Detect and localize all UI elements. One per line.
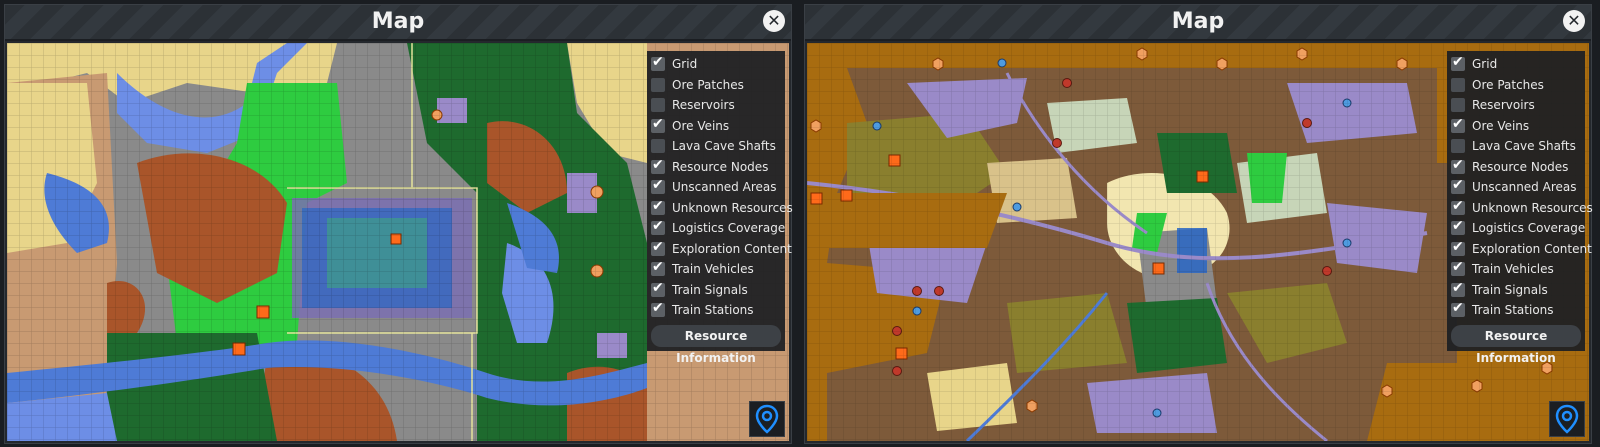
checkbox[interactable] (1451, 198, 1465, 215)
layer-toggle-lava-cave-shafts[interactable]: Lava Cave Shafts (651, 136, 781, 157)
layer-toggle-grid[interactable]: Grid (1451, 54, 1581, 75)
layer-label: Ore Veins (1472, 118, 1530, 133)
layer-label: Grid (1472, 57, 1498, 72)
checkbox[interactable] (1451, 259, 1465, 277)
checkbox[interactable] (651, 157, 665, 174)
layer-toggle-train-stations[interactable]: Train Stations (1451, 300, 1581, 321)
checkbox[interactable] (651, 77, 665, 92)
layer-label: Lava Cave Shafts (672, 139, 776, 154)
layer-menu: Grid Ore Patches Reservoirs Ore Veins La… (1447, 51, 1593, 365)
close-icon[interactable]: ✕ (1563, 10, 1585, 32)
checkbox[interactable] (1451, 77, 1465, 92)
layer-label: Logistics Coverage (672, 221, 786, 236)
layer-label: Unscanned Areas (1472, 180, 1577, 195)
layer-toggle-ore-veins[interactable]: Ore Veins (651, 116, 781, 137)
close-icon[interactable]: ✕ (763, 10, 785, 32)
checkbox[interactable] (651, 198, 665, 215)
layer-label: Grid (672, 57, 698, 72)
layer-label: Ore Patches (672, 77, 744, 92)
checkbox[interactable] (1451, 98, 1465, 113)
window-title: Map (371, 9, 425, 34)
layer-label: Unknown Resources (1472, 200, 1593, 215)
resource-information-button[interactable]: Resource Information (651, 324, 781, 365)
layer-toggle-lava-cave-shafts[interactable]: Lava Cave Shafts (1451, 136, 1581, 157)
map-pin-icon[interactable] (1549, 401, 1585, 437)
checkbox[interactable] (1451, 239, 1465, 256)
checkbox[interactable] (1451, 177, 1465, 195)
layer-toggle-resource-nodes[interactable]: Resource Nodes (651, 157, 781, 178)
layer-toggle-train-vehicles[interactable]: Train Vehicles (1451, 259, 1581, 280)
layer-label: Resource Nodes (1472, 159, 1569, 174)
resource-information-button[interactable]: Resource Information (1451, 324, 1581, 365)
layer-label: Exploration Content (672, 241, 792, 256)
layer-menu: Grid Ore Patches Reservoirs Ore Veins La… (647, 51, 793, 365)
layer-label: Train Signals (1472, 282, 1548, 297)
checkbox[interactable] (1451, 300, 1465, 318)
layer-label: Resource Nodes (672, 159, 769, 174)
layer-toggle-reservoirs[interactable]: Reservoirs (1451, 95, 1581, 116)
layer-toggle-ore-patches[interactable]: Ore Patches (1451, 75, 1581, 96)
checkbox[interactable] (651, 98, 665, 113)
layer-label: Reservoirs (672, 98, 735, 113)
layer-toggle-resource-nodes[interactable]: Resource Nodes (1451, 157, 1581, 178)
layer-label: Lava Cave Shafts (1472, 139, 1576, 154)
checkbox[interactable] (1451, 54, 1465, 72)
checkbox[interactable] (651, 218, 665, 236)
layer-toggle-train-stations[interactable]: Train Stations (651, 300, 781, 321)
checkbox[interactable] (1451, 218, 1465, 236)
layer-label: Reservoirs (1472, 98, 1535, 113)
layer-toggle-unscanned-areas[interactable]: Unscanned Areas (1451, 177, 1581, 198)
checkbox[interactable] (651, 177, 665, 195)
checkbox[interactable] (651, 54, 665, 72)
layer-label: Train Stations (672, 303, 754, 318)
checkbox[interactable] (1451, 280, 1465, 297)
map-window-left: Map ✕ ✔ Grid Ore Patches Reservoirs ✔ Or… (4, 4, 793, 444)
layer-toggle-exploration-content[interactable]: Exploration Content (1451, 239, 1592, 260)
layer-toggle-logistics-coverage[interactable]: Logistics Coverage (651, 218, 785, 239)
layer-toggle-reservoirs[interactable]: Reservoirs (651, 95, 781, 116)
checkbox[interactable] (1451, 139, 1465, 154)
layer-label: Unscanned Areas (672, 180, 777, 195)
checkbox[interactable] (1451, 116, 1465, 133)
title-bar[interactable]: Map ✕ (5, 5, 791, 41)
checkbox[interactable] (651, 259, 665, 277)
layer-toggle-logistics-coverage[interactable]: Logistics Coverage (1451, 218, 1585, 239)
title-bar[interactable]: Map ✕ (805, 5, 1591, 41)
layer-label: Train Signals (672, 282, 748, 297)
layer-toggle-unknown-resources[interactable]: Unknown Resources (1451, 198, 1593, 219)
window-title: Map (1171, 9, 1225, 34)
layer-toggle-grid[interactable]: Grid (651, 54, 781, 75)
checkbox[interactable] (651, 116, 665, 133)
checkbox[interactable] (651, 300, 665, 318)
checkbox[interactable] (651, 239, 665, 256)
layer-label: Exploration Content (1472, 241, 1592, 256)
layer-toggle-train-signals[interactable]: Train Signals (1451, 280, 1581, 301)
checkbox[interactable] (1451, 157, 1465, 174)
layer-toggle-unscanned-areas[interactable]: Unscanned Areas (651, 177, 781, 198)
layer-label: Train Vehicles (1472, 262, 1554, 277)
layer-label: Unknown Resources (672, 200, 793, 215)
layer-toggle-ore-veins[interactable]: Ore Veins (1451, 116, 1581, 137)
checkbox[interactable] (651, 280, 665, 297)
layer-label: Ore Patches (1472, 77, 1544, 92)
layer-toggle-train-vehicles[interactable]: Train Vehicles (651, 259, 781, 280)
checkbox[interactable] (651, 139, 665, 154)
layer-label: Logistics Coverage (1472, 221, 1586, 236)
layer-toggle-exploration-content[interactable]: Exploration Content (651, 239, 792, 260)
layer-toggle-ore-patches[interactable]: Ore Patches (651, 75, 781, 96)
map-window-right: Map ✕ ✔ Grid Ore Patches Reservoirs ✔ Or… (804, 4, 1593, 444)
map-pin-icon[interactable] (749, 401, 785, 437)
layer-label: Train Stations (1472, 303, 1554, 318)
layer-label: Ore Veins (672, 118, 730, 133)
layer-label: Train Vehicles (672, 262, 754, 277)
layer-toggle-unknown-resources[interactable]: Unknown Resources (651, 198, 793, 219)
layer-toggle-train-signals[interactable]: Train Signals (651, 280, 781, 301)
